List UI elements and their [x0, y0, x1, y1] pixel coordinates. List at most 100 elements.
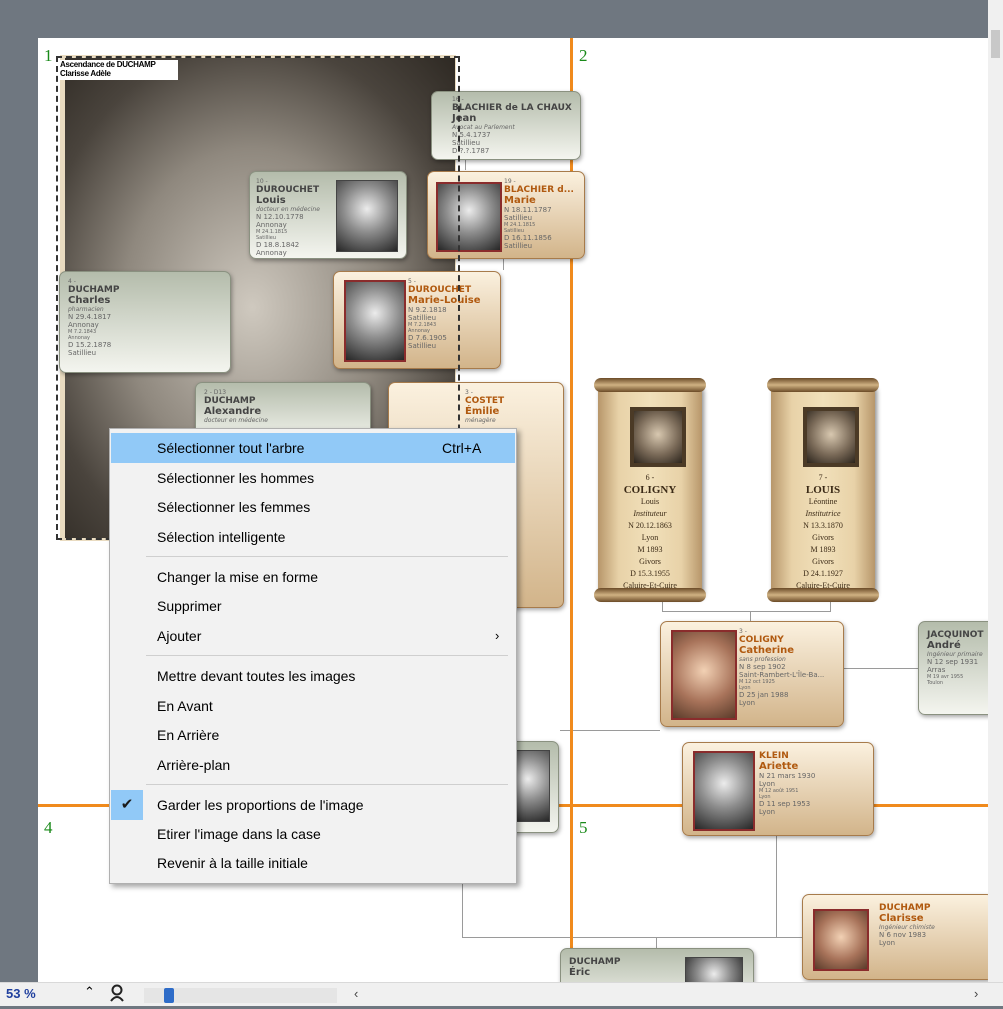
menu-item-smart-select[interactable]: Sélection intelligente	[111, 522, 515, 552]
zoom-person-icon[interactable]	[109, 984, 127, 1004]
card-given-name: Louis	[640, 497, 660, 506]
menu-item-label: Garder les proportions de l'image	[157, 797, 364, 813]
connector	[842, 668, 918, 669]
menu-item-add[interactable]: Ajouter ›	[111, 621, 515, 651]
card-birth: N 13.3.1870	[803, 521, 843, 530]
page-number-4: 4	[44, 818, 53, 837]
menu-item-select-men[interactable]: Sélectionner les hommes	[111, 463, 515, 493]
person-photo	[693, 751, 755, 831]
card-birth-place: Givors	[812, 533, 834, 542]
menu-item-select-all[interactable]: Sélectionner tout l'arbre Ctrl+A	[111, 433, 515, 463]
card-number: 7 -	[818, 473, 828, 482]
card-given-name: Jean	[452, 113, 477, 124]
tree-canvas[interactable]: 1 2 4 5 16 - BLACHIER de LA CHAUX Jean A…	[0, 0, 988, 982]
card-death-place: Satillieu	[504, 242, 532, 250]
card-marriage-place: Givors	[812, 557, 834, 566]
menu-item-label: Mettre devant toutes les images	[157, 668, 356, 684]
card-surname: BLACHIER d...	[504, 185, 574, 195]
card-death-place: Lyon	[739, 699, 756, 707]
card-birth: N 20.12.1863	[628, 521, 672, 530]
zoom-slider-thumb[interactable]	[164, 988, 174, 1003]
card-marriage: M 1893	[810, 545, 836, 554]
menu-separator	[146, 655, 508, 656]
menu-item-delete[interactable]: Supprimer	[111, 591, 515, 621]
person-card-coligny-catherine[interactable]: 3 - COLIGNY Catherine sans profession N …	[660, 621, 844, 727]
menu-item-label: Ajouter	[157, 628, 202, 644]
menu-item-label: Sélectionner tout l'arbre	[157, 440, 305, 456]
menu-item-label: Sélectionner les femmes	[157, 499, 311, 515]
status-bar: 53 % ⌃ ‹ ›	[0, 982, 1003, 1006]
card-given-name: Éric	[569, 967, 591, 978]
scroll-right-icon[interactable]: ›	[974, 986, 978, 1001]
person-card-jacquinot-andre[interactable]: JACQUINOT André Ingénieur primaire N 12 …	[918, 621, 988, 715]
card-birth-place: Lyon	[641, 533, 659, 542]
card-occupation: ménagère	[465, 417, 496, 424]
card-surname: BLACHIER de LA CHAUX	[452, 103, 572, 113]
menu-item-label: En Avant	[157, 698, 213, 714]
person-scroll-louis-leontine[interactable]: 7 - LOUIS Léontine Institutrice N 13.3.1…	[767, 378, 879, 602]
selection-title: Ascendance de DUCHAMP Clarisse Adèle	[60, 60, 178, 80]
card-given-name: Catherine	[739, 645, 795, 656]
menu-item-reset-size[interactable]: Revenir à la taille initiale	[111, 848, 515, 878]
chevron-up-icon[interactable]: ⌃	[84, 984, 95, 1000]
card-given-name: Clarisse	[879, 913, 924, 924]
card-surname: DUCHAMP	[569, 957, 621, 967]
card-marriage: M 1893	[637, 545, 663, 554]
card-birth: N 5.4.1737	[452, 131, 491, 139]
menu-item-label: Sélectionner les hommes	[157, 470, 315, 486]
menu-item-backward[interactable]: En Arrière	[111, 720, 515, 750]
card-death-place: Caluire-Et-Cuire	[796, 581, 850, 590]
menu-item-forward[interactable]: En Avant	[111, 691, 515, 721]
card-birth-place: Arras	[927, 666, 946, 674]
card-birth-place: Lyon	[879, 939, 896, 947]
person-photo	[671, 630, 737, 720]
card-number: 3 -	[739, 628, 747, 635]
card-birth: N 21 mars 1930	[759, 772, 816, 780]
menu-item-stretch[interactable]: Etirer l'image dans la case	[111, 819, 515, 849]
card-occupation: Ingénieur primaire	[927, 651, 983, 658]
card-birth: N 6 nov 1983	[879, 931, 927, 939]
person-scroll-coligny-louis[interactable]: 6 - COLIGNY Louis Instituteur N 20.12.18…	[594, 378, 706, 602]
card-death: D 25 jan 1988	[739, 691, 789, 699]
card-occupation: Ingénieur chimiste	[879, 924, 935, 931]
card-given-name: Émilie	[465, 406, 500, 417]
vertical-scrollbar-thumb[interactable]	[991, 30, 1000, 58]
connector	[776, 833, 777, 937]
connector	[662, 611, 831, 612]
horizontal-scrollbar[interactable]	[370, 988, 970, 1003]
card-death: D 24.1.1927	[803, 569, 843, 578]
card-given-name: Léontine	[808, 497, 838, 506]
card-death: D ?.?.1787	[452, 147, 490, 155]
menu-separator	[146, 784, 508, 785]
card-birth-place: Satillieu	[504, 214, 532, 222]
menu-item-change-layout[interactable]: Changer la mise en forme	[111, 562, 515, 592]
card-birth-place: Lyon	[759, 780, 776, 788]
card-marriage-place: Toulon	[927, 680, 944, 686]
person-card-duchamp-clarisse[interactable]: DUCHAMP Clarisse Ingénieur chimiste N 6 …	[802, 894, 988, 980]
card-birth-place: Satillieu	[452, 139, 480, 147]
card-given-name: Ariette	[759, 761, 799, 772]
menu-item-label: Revenir à la taille initiale	[157, 855, 308, 871]
zoom-slider[interactable]	[144, 988, 337, 1003]
menu-item-label: Etirer l'image dans la case	[157, 826, 321, 842]
card-birth: N 18.11.1787	[504, 206, 552, 214]
menu-item-label: Changer la mise en forme	[157, 569, 319, 585]
menu-item-bring-front-all[interactable]: Mettre devant toutes les images	[111, 661, 515, 691]
card-number: 19 -	[504, 178, 516, 185]
menu-item-keep-proportions[interactable]: ✔ Garder les proportions de l'image	[111, 790, 515, 820]
card-number: 3 -	[465, 389, 473, 396]
card-occupation: sans profession	[739, 656, 786, 663]
menu-item-label: Supprimer	[157, 598, 222, 614]
person-card-klein-ariette[interactable]: KLEIN Ariette N 21 mars 1930 Lyon M 12 a…	[682, 742, 874, 836]
menu-item-select-women[interactable]: Sélectionner les femmes	[111, 492, 515, 522]
person-photo	[685, 957, 743, 982]
menu-item-background[interactable]: Arrière-plan	[111, 750, 515, 780]
vertical-scrollbar[interactable]	[988, 0, 1003, 982]
person-card-duchamp-eric[interactable]: DUCHAMP Éric	[560, 948, 754, 982]
checkmark-icon: ✔	[111, 790, 143, 820]
card-occupation: Avocat au Parlement	[452, 124, 515, 131]
card-occupation: Instituteur	[633, 509, 667, 518]
card-surname: COSTET	[465, 396, 505, 406]
card-surname: LOUIS	[805, 484, 841, 496]
scroll-left-icon[interactable]: ‹	[354, 986, 358, 1001]
